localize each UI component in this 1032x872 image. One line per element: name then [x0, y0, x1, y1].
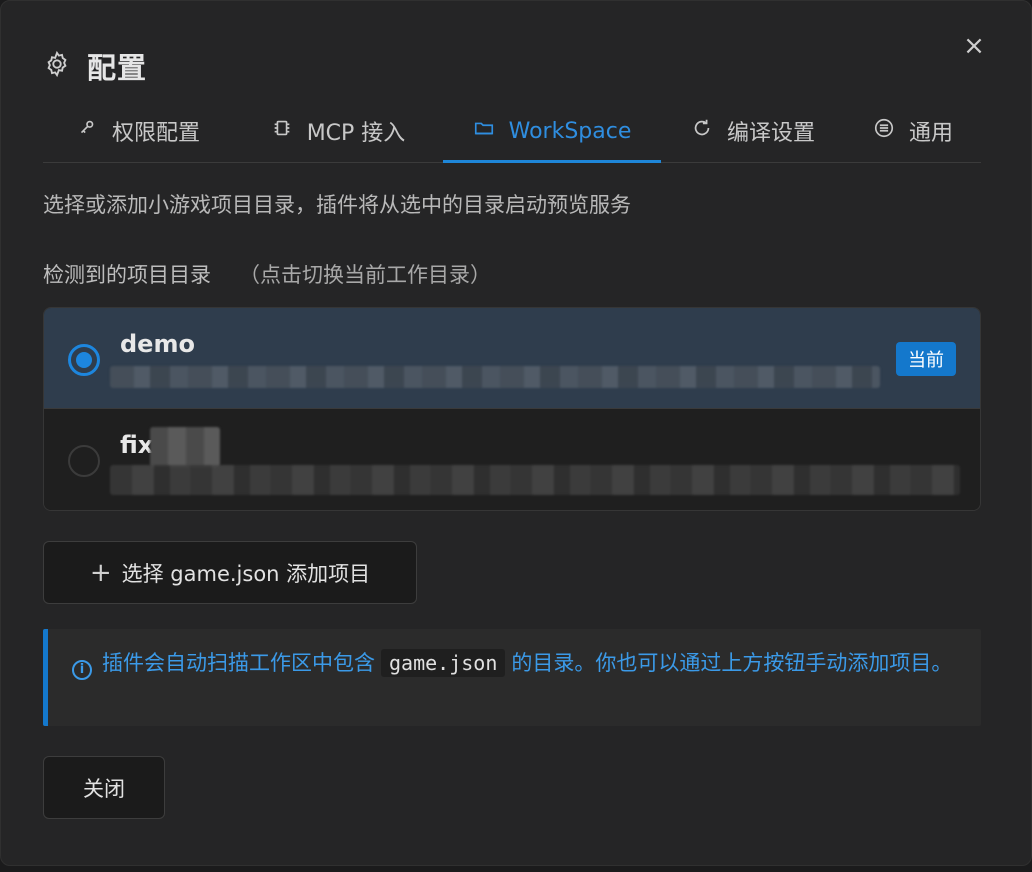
section-hint: （点击切换当前工作目录）	[239, 263, 491, 287]
radio-unselected-icon[interactable]	[68, 445, 100, 477]
project-name: fix	[120, 431, 154, 459]
workspace-description: 选择或添加小游戏项目目录，插件将从选中的目录启动预览服务	[43, 193, 631, 217]
info-icon: i	[72, 660, 92, 680]
tab-compile-settings[interactable]: 编译设置	[661, 101, 845, 161]
key-icon	[76, 117, 98, 145]
tab-workspace[interactable]: WorkSpace	[443, 101, 661, 163]
tab-mcp[interactable]: MCP 接入	[233, 101, 443, 161]
detected-projects-heading: 检测到的项目目录 （点击切换当前工作目录）	[43, 259, 491, 289]
tab-label: MCP 接入	[306, 121, 406, 146]
dialog-header: 配置	[43, 45, 147, 87]
close-icon[interactable]: ×	[959, 31, 989, 61]
project-path-redacted	[110, 465, 960, 495]
project-name-redacted	[150, 427, 220, 467]
plus-icon: +	[89, 557, 112, 588]
gear-icon	[43, 50, 71, 82]
close-button[interactable]: 关闭	[43, 756, 165, 819]
add-project-button[interactable]: + 选择 game.json 添加项目	[43, 541, 417, 604]
tab-general[interactable]: 通用	[845, 101, 981, 161]
project-path-redacted	[110, 366, 880, 388]
tab-bar: 权限配置 MCP 接入 WorkSpace 编译设置 通用	[43, 101, 981, 163]
section-label: 检测到的项目目录	[43, 263, 211, 287]
info-code: game.json	[381, 649, 506, 677]
list-icon	[873, 117, 895, 145]
folder-icon	[473, 117, 495, 145]
tab-label: 编译设置	[726, 121, 815, 146]
current-badge: 当前	[896, 342, 956, 376]
project-name: demo	[120, 330, 195, 358]
tab-label: 通用	[908, 121, 953, 146]
add-project-label: 选择 game.json 添加项目	[121, 561, 371, 586]
project-item-demo[interactable]: demo 当前	[44, 308, 980, 409]
info-callout: i 插件会自动扫描工作区中包含 game.json 的目录。你也可以通过上方按钮手动添…	[43, 629, 981, 726]
tab-label: 权限配置	[111, 121, 200, 146]
radio-selected-icon[interactable]	[68, 344, 100, 376]
project-item-fix[interactable]: fix	[44, 409, 980, 510]
config-dialog: 配置 × 权限配置 MCP 接入 WorkSpace 编译设置 通用 选择或添加…	[0, 0, 1032, 866]
chip-icon	[271, 117, 293, 145]
dialog-title: 配置	[87, 51, 148, 85]
tab-label: WorkSpace	[508, 118, 632, 144]
tab-permissions[interactable]: 权限配置	[43, 101, 233, 161]
info-text-before: 插件会自动扫描工作区中包含	[102, 651, 375, 675]
project-list: demo 当前 fix	[43, 307, 981, 511]
info-text-after: 的目录。你也可以通过上方按钮手动添加项目。	[511, 651, 953, 675]
refresh-icon	[691, 117, 713, 145]
